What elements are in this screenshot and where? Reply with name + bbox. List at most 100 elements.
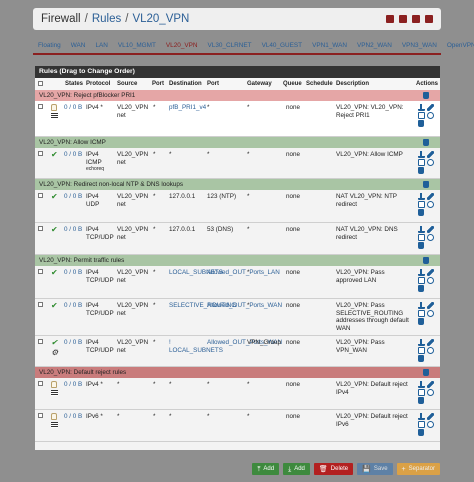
table-row[interactable]: 0 / 0 B IPv6 * * * * * * none VL20_VPN: … xyxy=(35,410,440,442)
row-checkbox[interactable] xyxy=(38,302,43,307)
trash-icon[interactable] xyxy=(418,242,424,249)
row-checkbox[interactable] xyxy=(38,226,43,231)
tab-wan[interactable]: WAN xyxy=(66,42,91,53)
rule-destination[interactable]: LOCAL_SUBNETS xyxy=(169,269,223,277)
anchor-icon[interactable] xyxy=(418,381,425,388)
separator-row[interactable]: VL20_VPN: Redirect non-local NTP & DNS l… xyxy=(35,179,440,190)
anchor-icon[interactable] xyxy=(418,339,425,346)
breadcrumb-rules-link[interactable]: Rules xyxy=(92,13,121,25)
tab-vl30-clrnet[interactable]: VL30_CLRNET xyxy=(203,42,257,53)
rule-dest-port[interactable]: Allowed_OUT_Ports_LAN xyxy=(207,269,280,277)
separator-row[interactable]: VL20_VPN: Reject pfBlocker PRI1 xyxy=(35,90,440,101)
edit-icon[interactable] xyxy=(427,269,434,276)
trash-icon[interactable] xyxy=(423,369,429,376)
edit-icon[interactable] xyxy=(427,381,434,388)
rule-dest-port[interactable]: Allowed_OUT_Ports_WAN xyxy=(207,302,282,310)
edit-icon[interactable] xyxy=(427,302,434,309)
delete-button[interactable]: 🗑 Delete xyxy=(313,463,354,475)
rule-destination[interactable]: SELECTIVE_ROUTING xyxy=(169,302,236,310)
disable-icon[interactable] xyxy=(427,421,434,428)
tab-vl10-mgmt[interactable]: VL10_MGMT xyxy=(113,42,161,53)
separator-row[interactable]: VL20_VPN: Default reject rules xyxy=(35,367,440,378)
tab-lan[interactable]: LAN xyxy=(90,42,112,53)
trash-icon[interactable] xyxy=(418,397,424,404)
tab-floating[interactable]: Floating xyxy=(33,42,66,53)
trash-icon[interactable] xyxy=(418,285,424,292)
rule-states[interactable]: 0 / 0 B xyxy=(64,339,82,347)
row-checkbox[interactable] xyxy=(38,269,43,274)
chart-icon[interactable] xyxy=(399,15,407,23)
table-row[interactable]: ✔ ⚙ 0 / 0 B IPv4 TCP/UDP VL20_VPN net * !… xyxy=(35,336,440,367)
table-row[interactable]: 0 / 0 B IPv4 * VL20_VPN net * pfB_PRI1_v… xyxy=(35,101,440,137)
rule-states[interactable]: 0 / 0 B xyxy=(64,381,82,389)
row-checkbox[interactable] xyxy=(38,193,43,198)
anchor-icon[interactable] xyxy=(418,104,425,111)
disable-icon[interactable] xyxy=(427,112,434,119)
copy-icon[interactable] xyxy=(418,234,425,241)
disable-icon[interactable] xyxy=(427,277,434,284)
add-bottom-button[interactable]: ⤓ Add xyxy=(283,463,310,475)
add-top-button[interactable]: ⤒ Add xyxy=(252,463,280,475)
disable-icon[interactable] xyxy=(427,201,434,208)
tab-vpn1-wan[interactable]: VPN1_WAN xyxy=(307,42,352,53)
anchor-icon[interactable] xyxy=(418,302,425,309)
trash-icon[interactable] xyxy=(418,355,424,362)
edit-icon[interactable] xyxy=(427,104,434,111)
copy-icon[interactable] xyxy=(418,389,425,396)
rule-states[interactable]: 0 / 0 B xyxy=(64,302,82,310)
separator-button[interactable]: + Separator xyxy=(396,463,440,475)
copy-icon[interactable] xyxy=(418,201,425,208)
disable-icon[interactable] xyxy=(427,389,434,396)
row-checkbox[interactable] xyxy=(38,104,43,109)
table-row[interactable]: ✔ 0 / 0 B IPv4 ICMP echoreq VL20_VPN net… xyxy=(35,148,440,179)
row-checkbox[interactable] xyxy=(38,339,43,344)
separator-row[interactable]: VL20_VPN: Allow ICMP xyxy=(35,137,440,148)
anchor-icon[interactable] xyxy=(418,269,425,276)
trash-icon[interactable] xyxy=(418,318,424,325)
copy-icon[interactable] xyxy=(418,310,425,317)
edit-icon[interactable] xyxy=(427,193,434,200)
row-checkbox[interactable] xyxy=(38,151,43,156)
select-all-checkbox[interactable] xyxy=(38,81,43,86)
disable-icon[interactable] xyxy=(427,159,434,166)
rule-states[interactable]: 0 / 0 B xyxy=(64,269,82,277)
rule-states[interactable]: 0 / 0 B xyxy=(64,151,82,159)
tab-vl20-vpn[interactable]: VL20_VPN xyxy=(160,42,203,55)
rule-states[interactable]: 0 / 0 B xyxy=(64,193,82,201)
table-row[interactable]: 0 / 0 B IPv4 * * * * * * none VL20_VPN: … xyxy=(35,378,440,410)
copy-icon[interactable] xyxy=(418,347,425,354)
trash-icon[interactable] xyxy=(418,167,424,174)
rule-destination[interactable]: ! LOCAL_SUBNETS xyxy=(169,339,223,354)
copy-icon[interactable] xyxy=(418,112,425,119)
trash-icon[interactable] xyxy=(418,120,424,127)
edit-icon[interactable] xyxy=(427,339,434,346)
save-button[interactable]: 💾 Save xyxy=(357,463,393,475)
anchor-icon[interactable] xyxy=(418,193,425,200)
edit-icon[interactable] xyxy=(427,413,434,420)
edit-icon[interactable] xyxy=(427,151,434,158)
tab-vpn2-wan[interactable]: VPN2_WAN xyxy=(352,42,397,53)
rule-dest-port[interactable]: Allowed_OUT_Ports_WAN xyxy=(207,339,282,347)
trash-icon[interactable] xyxy=(423,181,429,188)
disable-icon[interactable] xyxy=(427,310,434,317)
help-icon[interactable] xyxy=(425,15,433,23)
disable-icon[interactable] xyxy=(427,347,434,354)
anchor-icon[interactable] xyxy=(418,413,425,420)
breadcrumb-interface-link[interactable]: VL20_VPN xyxy=(132,13,189,25)
tab-openvpn[interactable]: OpenVPN xyxy=(442,42,474,53)
anchor-icon[interactable] xyxy=(418,226,425,233)
rule-destination[interactable]: pfB_PRI1_v4 xyxy=(169,104,206,112)
copy-icon[interactable] xyxy=(418,159,425,166)
status-icon[interactable] xyxy=(386,15,394,23)
anchor-icon[interactable] xyxy=(418,151,425,158)
trash-icon[interactable] xyxy=(418,209,424,216)
table-row[interactable]: ✔ 0 / 0 B IPv4 TCP/UDP VL20_VPN net * SE… xyxy=(35,299,440,336)
log-icon[interactable] xyxy=(412,15,420,23)
edit-icon[interactable] xyxy=(427,226,434,233)
copy-icon[interactable] xyxy=(418,421,425,428)
row-checkbox[interactable] xyxy=(38,413,43,418)
trash-icon[interactable] xyxy=(423,257,429,264)
copy-icon[interactable] xyxy=(418,277,425,284)
disable-icon[interactable] xyxy=(427,234,434,241)
rule-states[interactable]: 0 / 0 B xyxy=(64,413,82,421)
